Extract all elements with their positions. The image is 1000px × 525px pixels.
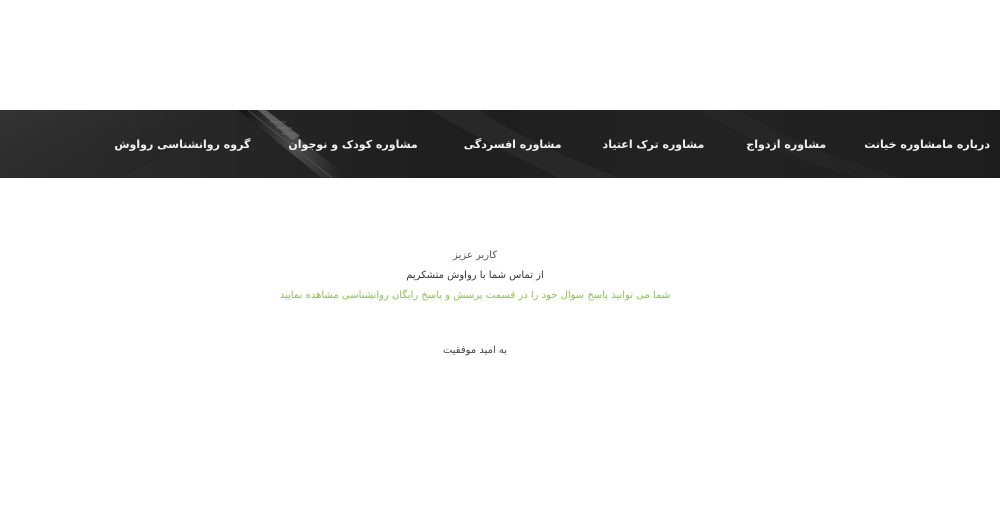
nav-menu: گروه روانشناسی رواوش مشاوره کودک و نوجوا… [80, 110, 990, 178]
nav-item-depression-counseling[interactable]: مشاوره افسردگی [464, 138, 562, 151]
nav-brand-link[interactable]: گروه روانشناسی رواوش [114, 138, 250, 151]
thanks-text: از تماس شما با رواوش متشکریم [406, 270, 544, 281]
nav-item-infidelity-counseling[interactable]: مشاوره خیانت [864, 138, 942, 151]
nav-item-about-us[interactable]: درباره ما [942, 138, 990, 151]
thank-you-message: کاربر عزیز از تماس شما با رواوش متشکریم … [200, 246, 750, 361]
nav-item-addiction-counseling[interactable]: مشاوره ترک اعتیاد [603, 138, 705, 151]
page: گروه روانشناسی رواوش مشاوره کودک و نوجوا… [0, 0, 1000, 525]
top-navigation-bar: گروه روانشناسی رواوش مشاوره کودک و نوجوا… [0, 110, 1000, 178]
greeting-text: کاربر عزیز [453, 250, 497, 261]
nav-item-marriage-counseling[interactable]: مشاوره ازدواج [746, 138, 826, 151]
info-text: شما می توانید پاسخ سوال خود را در قسمت پ… [279, 290, 671, 301]
nav-item-child-teen-counseling[interactable]: مشاوره کودک و نوجوان [288, 138, 417, 151]
closing-text: به امید موفقیت [442, 345, 508, 356]
